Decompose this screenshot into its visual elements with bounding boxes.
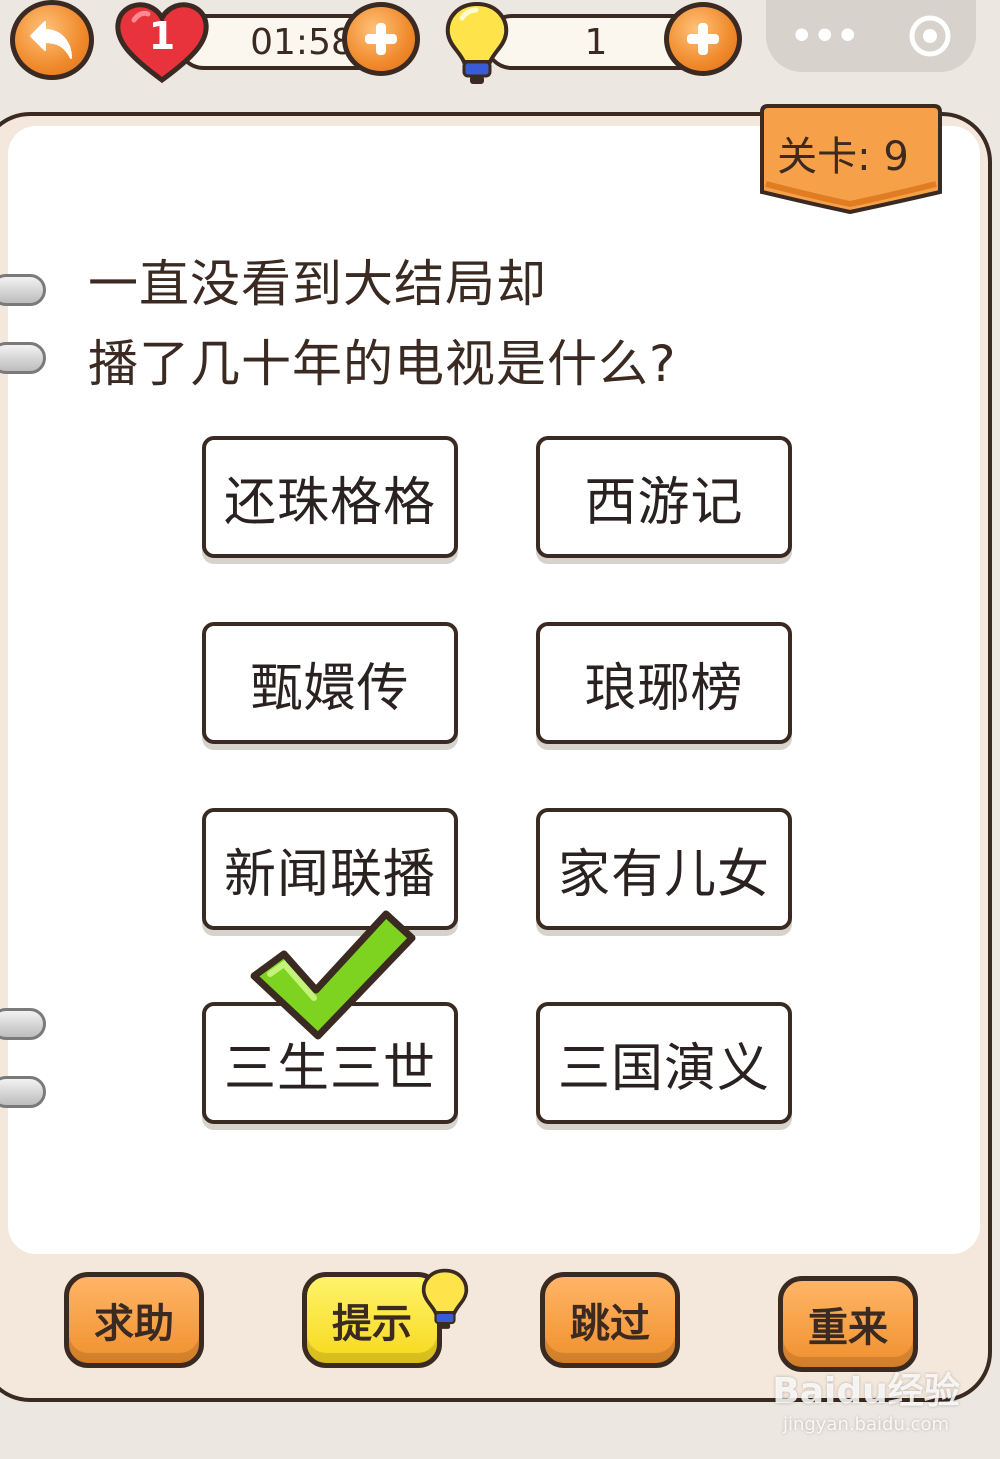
option-button[interactable]: 三国演义 [536,1002,792,1124]
level-tag: 关卡: 9 [758,104,944,215]
back-arrow-icon [30,21,72,59]
restart-button[interactable]: 重来 [778,1276,918,1372]
binder-ring [0,1076,46,1108]
hints-count: 1 [584,21,608,63]
watermark-main: Baidu经验 [772,1371,960,1412]
more-icon[interactable]: ••• [790,16,859,57]
checkmark-icon [250,910,416,1040]
option-button[interactable]: 琅琊榜 [536,622,792,744]
top-bar: 01:58 1 1 ••• [0,0,1000,100]
question-line-2: 播了几十年的电视是什么? [88,335,677,393]
add-time-button[interactable] [342,2,420,76]
plus-icon [687,23,719,55]
timer-text: 01:58 [250,21,354,63]
add-hint-button[interactable] [664,2,742,76]
help-button[interactable]: 求助 [64,1272,204,1368]
plus-icon [365,23,397,55]
lives-count: 1 [148,14,176,58]
option-button[interactable]: 家有儿女 [536,808,792,930]
back-button[interactable] [10,0,94,80]
hint-bulb [440,0,514,86]
question-line-1: 一直没看到大结局却 [88,255,547,313]
watermark: Baidu经验 jingyan.baidu.com [766,1362,966,1442]
binder-ring [0,1008,46,1040]
lightbulb-icon [445,1,509,84]
option-button[interactable]: 甄嬛传 [202,622,458,744]
watermark-sub: jingyan.baidu.com [782,1414,950,1435]
skip-button[interactable]: 跳过 [540,1272,680,1368]
lightbulb-icon [421,1268,469,1329]
miniprogram-capsule: ••• [766,0,976,72]
record-icon[interactable] [908,14,952,58]
option-button[interactable]: 西游记 [536,436,792,558]
binder-ring [0,274,46,306]
level-label: 关卡: 9 [777,134,909,180]
lives-heart: 1 [112,0,212,84]
binder-ring [0,342,46,374]
option-button[interactable]: 还珠格格 [202,436,458,558]
